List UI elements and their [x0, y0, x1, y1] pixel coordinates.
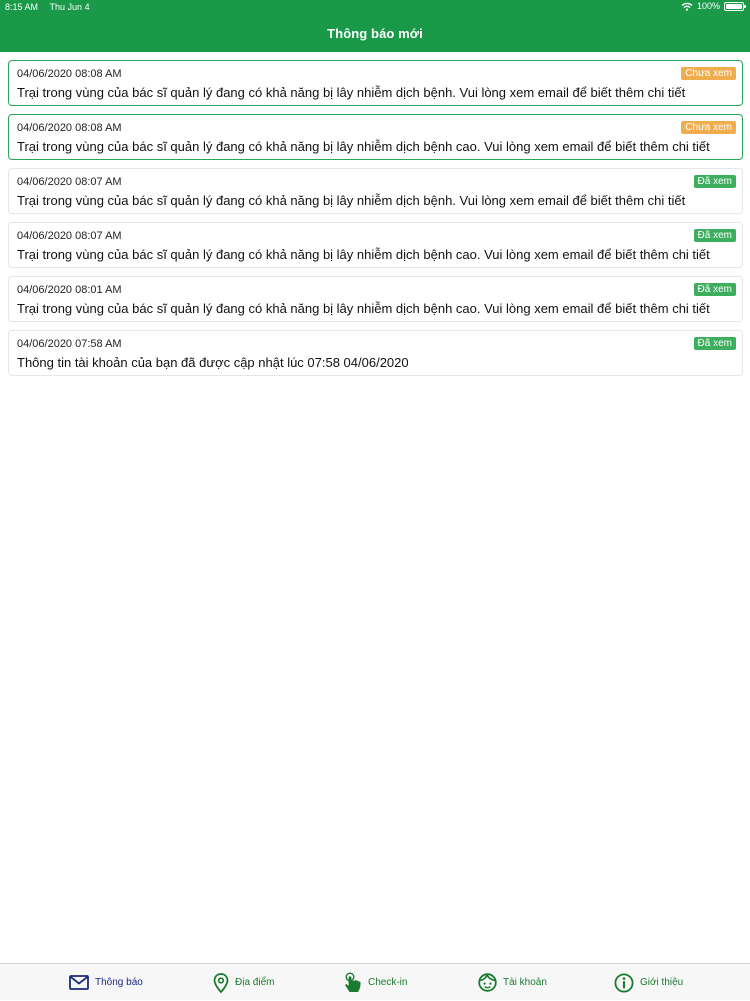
tab-notifications[interactable]: Thông báo: [69, 964, 143, 1001]
tab-label: Giới thiệu: [640, 977, 684, 988]
hand-pointer-icon: [345, 972, 361, 992]
status-badge: Đã xem: [693, 283, 736, 296]
map-pin-icon: [213, 972, 229, 993]
user-face-icon: [478, 973, 497, 992]
tab-bar: Thông báo Địa điểm Check-in Tài khoản Gi…: [0, 963, 750, 1000]
notification-message: Trại trong vùng của bác sĩ quản lý đang …: [17, 301, 710, 316]
tab-label: Địa điểm: [235, 977, 275, 988]
tab-locations[interactable]: Địa điểm: [213, 964, 274, 1001]
tab-label: Check-in: [368, 977, 408, 988]
status-badge: Chưa xem: [681, 121, 736, 134]
notification-card[interactable]: 04/06/2020 08:08 AM Chưa xem Trại trong …: [8, 114, 743, 160]
notification-time: 04/06/2020 08:07 AM: [17, 230, 122, 242]
notification-card[interactable]: 04/06/2020 08:07 AM Đã xem Trại trong vù…: [8, 168, 743, 214]
notification-card[interactable]: 04/06/2020 08:08 AM Chưa xem Trại trong …: [8, 60, 743, 106]
notification-message: Trại trong vùng của bác sĩ quản lý đang …: [17, 193, 686, 208]
notification-card[interactable]: 04/06/2020 07:58 AM Đã xem Thông tin tài…: [8, 330, 743, 376]
notification-time: 04/06/2020 07:58 AM: [17, 338, 122, 350]
status-badge: Đã xem: [693, 337, 736, 350]
notification-card[interactable]: 04/06/2020 08:07 AM Đã xem Trại trong vù…: [8, 222, 743, 268]
notification-message: Thông tin tài khoản của bạn đã được cập …: [17, 355, 409, 370]
notification-list: 04/06/2020 08:08 AM Chưa xem Trại trong …: [8, 60, 743, 384]
tab-label: Thông báo: [95, 977, 143, 988]
wifi-icon: [681, 2, 693, 11]
notification-time: 04/06/2020 08:07 AM: [17, 176, 122, 188]
tab-label: Tài khoản: [503, 977, 547, 988]
status-time: 8:15 AM: [5, 2, 39, 12]
status-date: Thu Jun 4: [49, 2, 90, 12]
tab-check-in[interactable]: Check-in: [344, 964, 407, 1001]
notification-time: 04/06/2020 08:08 AM: [17, 68, 122, 80]
status-bar: 8:15 AM Thu Jun 4 100%: [0, 0, 750, 14]
battery-percent: 100%: [696, 1, 720, 11]
notification-message: Trại trong vùng của bác sĩ quản lý đang …: [17, 85, 686, 100]
battery-icon: [724, 1, 746, 11]
status-badge: Chưa xem: [681, 67, 736, 80]
header-bar: 8:15 AM Thu Jun 4 100% Thông báo mới: [0, 0, 750, 52]
notification-message: Trại trong vùng của bác sĩ quản lý đang …: [17, 139, 710, 154]
notification-message: Trại trong vùng của bác sĩ quản lý đang …: [17, 247, 710, 262]
page-title: Thông báo mới: [327, 26, 423, 41]
tab-about[interactable]: Giới thiệu: [614, 964, 683, 1001]
notification-time: 04/06/2020 08:08 AM: [17, 122, 122, 134]
notification-time: 04/06/2020 08:01 AM: [17, 284, 122, 296]
status-badge: Đã xem: [693, 229, 736, 242]
notification-card[interactable]: 04/06/2020 08:01 AM Đã xem Trại trong vù…: [8, 276, 743, 322]
info-icon: [614, 972, 634, 993]
envelope-icon: [69, 975, 89, 990]
tab-account[interactable]: Tài khoản: [478, 964, 547, 1001]
status-badge: Đã xem: [693, 175, 736, 188]
